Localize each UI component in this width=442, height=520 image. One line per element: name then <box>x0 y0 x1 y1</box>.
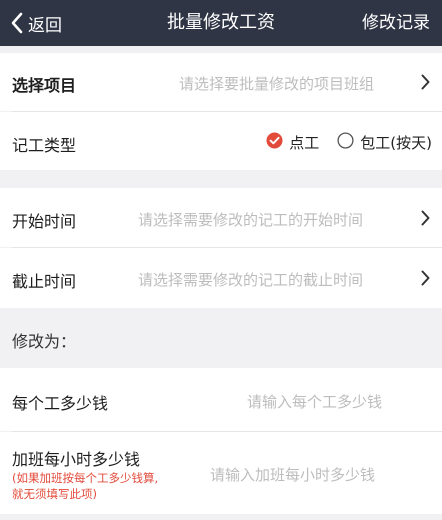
select-project-placeholder: 请选择要批量修改的项目班组 <box>179 75 375 93</box>
back-label: 返回 <box>28 15 62 36</box>
nav-bar: 返回 批量修改工资 修改记录 <box>0 0 442 46</box>
per-day-wage-label: 每个工多少钱 <box>12 394 109 413</box>
start-time-placeholder: 请选择需要修改的记工的开始时间 <box>138 211 364 229</box>
per-day-wage-row[interactable]: 每个工多少钱 请输入每个工多少钱 <box>0 368 442 431</box>
end-time-row[interactable]: 截止时间 请选择需要修改的记工的截止时间 <box>0 248 442 308</box>
work-type-row: 记工类型 点工 包工(按天) <box>0 112 442 170</box>
chevron-right-icon <box>421 210 430 230</box>
chevron-right-icon <box>421 74 430 94</box>
overtime-note-line-2: 就无须填写此项) <box>12 487 97 501</box>
chevron-right-icon <box>421 270 430 290</box>
back-button[interactable]: 返回 <box>10 0 62 46</box>
overtime-wage-input[interactable]: 请输入加班每小时多少钱 <box>210 464 375 485</box>
end-time-placeholder: 请选择需要修改的记工的截止时间 <box>138 271 364 289</box>
radio-contract-work[interactable]: 包工(按天) <box>337 132 432 153</box>
overtime-wage-row[interactable]: 加班每小时多少钱 (如果加班按每个工多少钱算, 就无须填写此项) 请输入加班每小… <box>0 432 442 514</box>
radio-contract-work-label: 包工(按天) <box>360 134 432 152</box>
overtime-note-line-1: (如果加班按每个工多少钱算, <box>12 471 159 485</box>
end-time-label: 截止时间 <box>12 272 77 291</box>
select-project-row[interactable]: 选择项目 请选择要批量修改的项目班组 <box>0 53 442 111</box>
radio-point-work[interactable]: 点工 <box>266 132 319 153</box>
chevron-left-icon <box>10 12 24 34</box>
select-project-label: 选择项目 <box>12 76 77 95</box>
start-time-row[interactable]: 开始时间 请选择需要修改的记工的开始时间 <box>0 188 442 247</box>
work-type-radio-group: 点工 包工(按天) <box>266 132 432 153</box>
modify-to-header: 修改为： <box>0 308 442 368</box>
radio-unchecked-icon <box>337 132 354 153</box>
per-day-wage-input[interactable]: 请输入每个工多少钱 <box>247 391 382 412</box>
work-type-label: 记工类型 <box>12 136 77 155</box>
start-time-label: 开始时间 <box>12 212 77 231</box>
modify-to-label: 修改为： <box>12 332 77 351</box>
radio-checked-icon <box>266 132 283 153</box>
overtime-wage-label: 加班每小时多少钱 <box>12 450 141 469</box>
modify-records-button[interactable]: 修改记录 <box>362 0 430 46</box>
radio-point-work-label: 点工 <box>289 134 320 152</box>
